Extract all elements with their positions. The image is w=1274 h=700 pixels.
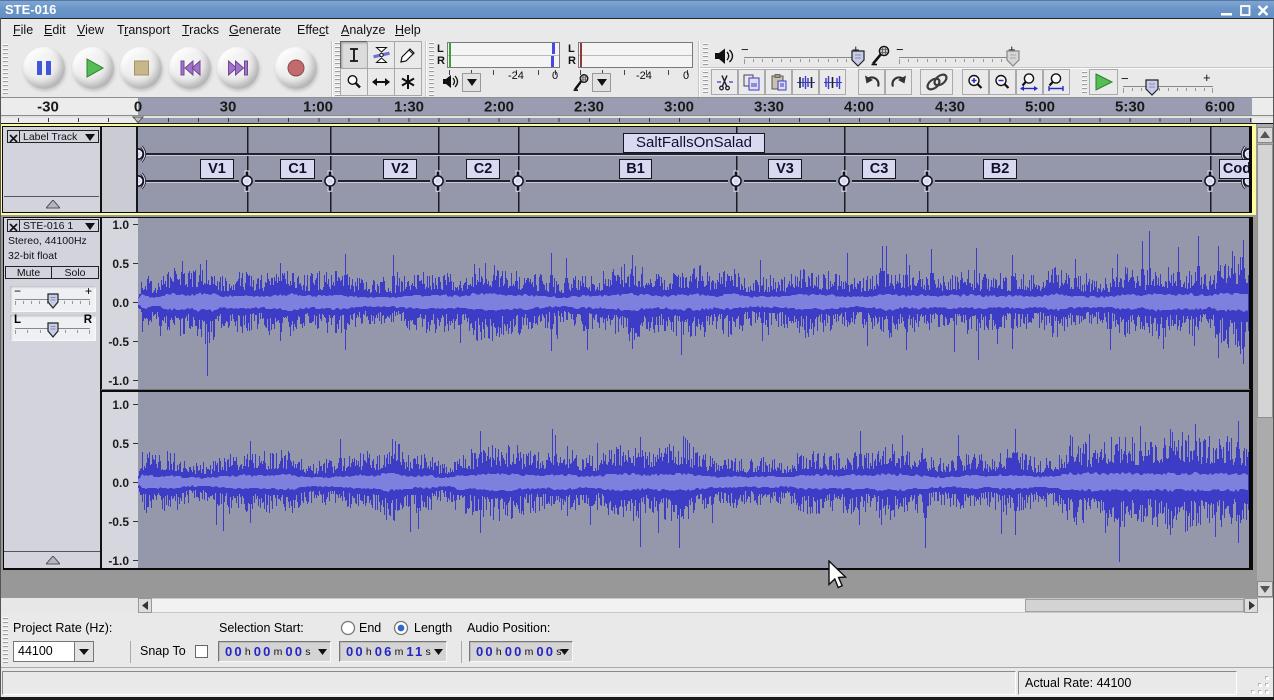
svg-text:0: 0 <box>134 99 142 116</box>
svg-text:3:30: 3:30 <box>754 99 784 116</box>
svg-text:2:30: 2:30 <box>574 99 604 116</box>
svg-text:3:00: 3:00 <box>664 99 694 116</box>
svg-text:4:00: 4:00 <box>844 99 874 116</box>
svg-text:4:30: 4:30 <box>935 99 965 116</box>
svg-text:6:00: 6:00 <box>1205 99 1235 116</box>
svg-text:5:30: 5:30 <box>1115 99 1145 116</box>
svg-text:-30: -30 <box>37 99 59 116</box>
svg-text:1:30: 1:30 <box>394 99 424 116</box>
svg-text:5:00: 5:00 <box>1025 99 1055 116</box>
svg-text:1:00: 1:00 <box>303 99 333 116</box>
svg-text:2:00: 2:00 <box>484 99 514 116</box>
svg-text:30: 30 <box>220 99 237 116</box>
